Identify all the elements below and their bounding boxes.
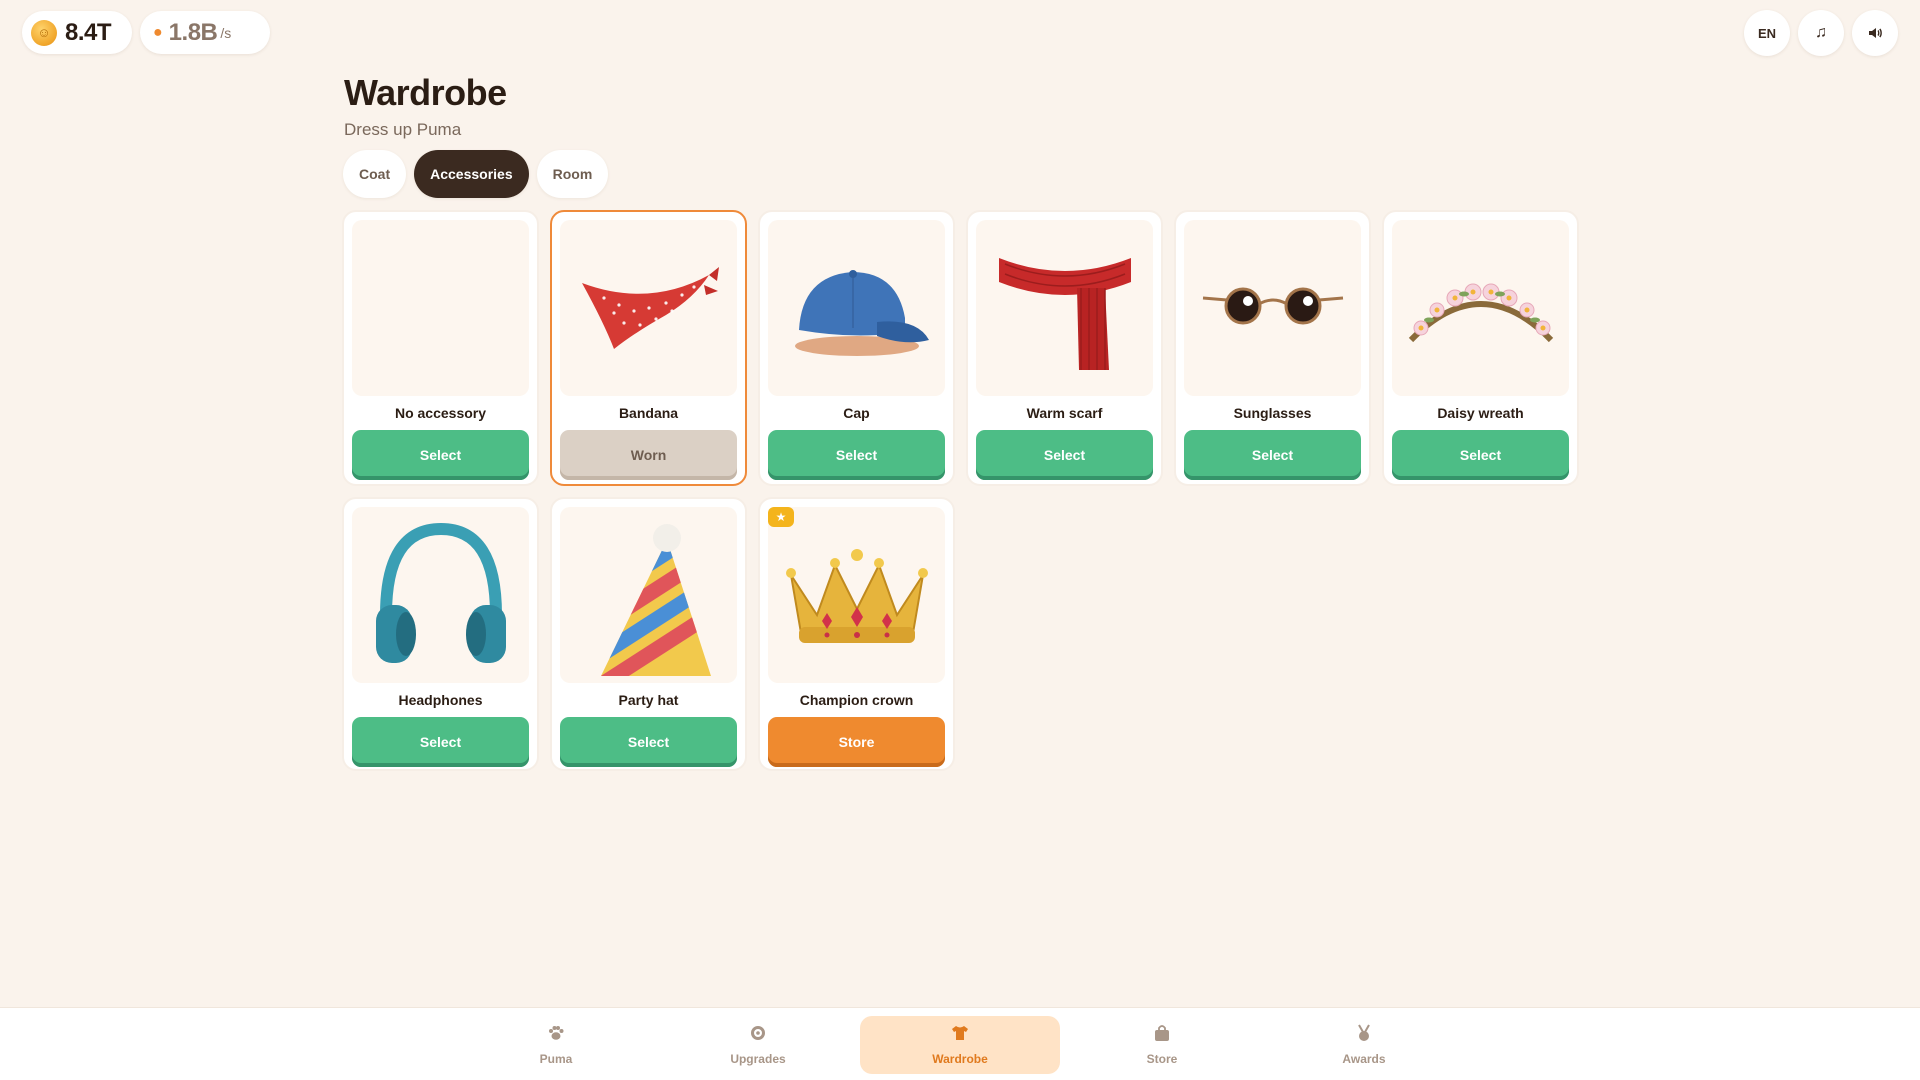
item-name: Party hat xyxy=(618,692,679,708)
category-tabs: Coat Accessories Room xyxy=(343,150,609,198)
select-button[interactable]: Select xyxy=(1184,430,1361,480)
bottom-navigation: Puma Upgrades Wardrobe Store Awards xyxy=(0,1007,1920,1080)
daisy-wreath-icon xyxy=(1392,220,1569,396)
paw-icon xyxy=(547,1024,565,1047)
item-name: Sunglasses xyxy=(1233,405,1312,421)
nav-item-puma[interactable]: Puma xyxy=(456,1016,656,1074)
paw-icon: ● xyxy=(153,23,163,41)
coin-balance: ☺ 8.4T xyxy=(22,11,132,54)
nav-item-wardrobe[interactable]: Wardrobe xyxy=(860,1016,1060,1074)
select-button[interactable]: Select xyxy=(352,717,529,767)
tab-accessories[interactable]: Accessories xyxy=(414,150,529,198)
nav-label: Puma xyxy=(539,1052,573,1066)
music-button[interactable]: ♫ xyxy=(1798,10,1844,56)
top-bar: ☺ 8.4T ● 1.8B /s EN ♫ xyxy=(0,0,1920,66)
coin-amount: 8.4T xyxy=(65,18,112,46)
item-card-cap: Cap Select xyxy=(758,210,955,486)
medal-icon xyxy=(1355,1024,1373,1047)
gear-icon xyxy=(749,1024,767,1047)
select-button[interactable]: Select xyxy=(1392,430,1569,480)
language-button[interactable]: EN xyxy=(1744,10,1790,56)
select-button[interactable]: Select xyxy=(768,430,945,480)
sound-button[interactable] xyxy=(1852,10,1898,56)
cap-icon xyxy=(768,220,945,396)
item-card-party-hat: Party hat Select xyxy=(550,497,747,771)
nav-item-store[interactable]: Store xyxy=(1062,1016,1262,1074)
nav-label: Upgrades xyxy=(730,1052,786,1066)
store-button[interactable]: Store xyxy=(768,717,945,767)
item-card-sunglasses: Sunglasses Select xyxy=(1174,210,1371,486)
item-name: Daisy wreath xyxy=(1437,405,1524,421)
item-card-champion-crown: ★ Champion crown Store xyxy=(758,497,955,771)
page-subtitle: Dress up Puma xyxy=(344,120,462,139)
income-rate: ● 1.8B /s xyxy=(140,11,270,54)
select-button[interactable]: Select xyxy=(352,430,529,480)
headphones-icon xyxy=(352,507,529,683)
item-card-warm-scarf: Warm scarf Select xyxy=(966,210,1163,486)
nav-item-upgrades[interactable]: Upgrades xyxy=(658,1016,858,1074)
nav-label: Wardrobe xyxy=(932,1052,988,1066)
item-card-no-accessory: No accessory Select xyxy=(342,210,539,486)
tab-room[interactable]: Room xyxy=(536,150,609,198)
item-card-bandana: Bandana Worn xyxy=(550,210,747,486)
item-name: No accessory xyxy=(394,405,487,421)
rate-amount: 1.8B xyxy=(168,18,218,46)
select-button[interactable]: Select xyxy=(560,717,737,767)
music-note-icon: ♫ xyxy=(1815,24,1827,41)
nav-item-awards[interactable]: Awards xyxy=(1264,1016,1464,1074)
item-name: Headphones xyxy=(398,692,483,708)
rate-unit: /s xyxy=(220,24,232,41)
speaker-icon xyxy=(1869,28,1882,38)
shirt-icon xyxy=(951,1024,969,1047)
bag-icon xyxy=(1153,1024,1171,1047)
nav-label: Awards xyxy=(1342,1052,1386,1066)
nav-label: Store xyxy=(1146,1052,1178,1066)
page-title: Wardrobe xyxy=(344,72,507,113)
item-card-daisy-wreath: Daisy wreath Select xyxy=(1382,210,1579,486)
coin-icon: ☺ xyxy=(31,19,57,46)
scarf-icon xyxy=(976,220,1153,396)
premium-star-badge: ★ xyxy=(768,507,794,527)
party-hat-icon xyxy=(560,507,737,683)
accessory-grid: No accessory Select Bandana Worn Cap Sel… xyxy=(342,210,1582,771)
crown-icon xyxy=(768,507,945,683)
item-name: Bandana xyxy=(618,405,679,421)
item-thumbnail-empty xyxy=(352,220,529,396)
tab-coat[interactable]: Coat xyxy=(343,150,407,198)
sunglasses-icon xyxy=(1184,220,1361,396)
item-name: Cap xyxy=(843,405,870,421)
page-header: Wardrobe Dress up Puma xyxy=(344,72,507,140)
item-card-headphones: Headphones Select xyxy=(342,497,539,771)
item-name: Warm scarf xyxy=(1026,405,1103,421)
bandana-icon xyxy=(560,220,737,396)
item-name: Champion crown xyxy=(799,692,914,708)
select-button[interactable]: Select xyxy=(976,430,1153,480)
worn-button[interactable]: Worn xyxy=(560,430,737,480)
